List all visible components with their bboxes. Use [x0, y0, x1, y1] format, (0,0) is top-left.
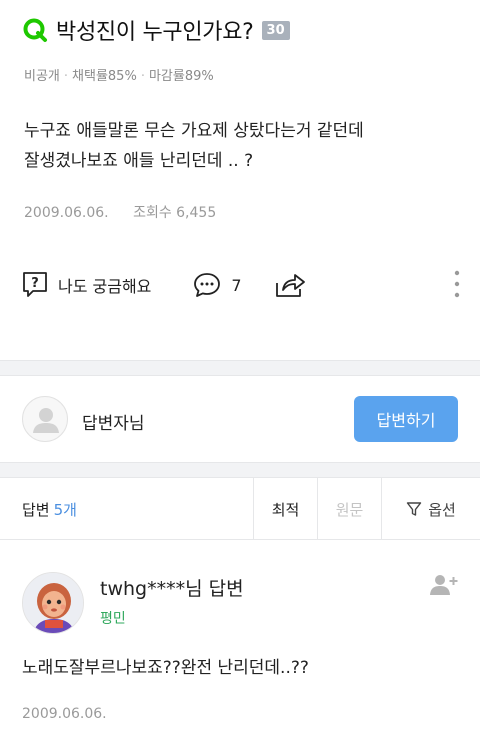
more-options-button[interactable]	[454, 270, 460, 298]
answer-count-value: 5개	[53, 501, 77, 519]
answer-author[interactable]: twhg****님 답변	[100, 574, 244, 601]
sort-best-tab[interactable]: 최적	[253, 478, 317, 540]
comment-count: 7	[231, 275, 242, 295]
question-mark-icon: ?	[23, 272, 47, 297]
options-label: 옵션	[428, 500, 456, 519]
default-user-icon	[33, 408, 59, 433]
options-button[interactable]: 옵션	[381, 478, 480, 540]
answer-sort-bar: 답변 5개 최적 원문 옵션	[0, 478, 480, 540]
answer-body: 노래도잘부르나보죠??완전 난리던데..??	[22, 658, 309, 678]
write-answer-button[interactable]: 답변하기	[354, 396, 458, 442]
point-badge: 30	[261, 20, 290, 40]
follow-button[interactable]	[430, 574, 458, 600]
share-icon	[275, 274, 305, 297]
question-title: 박성진이 누구인가요?	[56, 20, 254, 45]
answerer-label: 답변자님	[82, 414, 145, 434]
sort-original-label: 원문	[335, 500, 364, 519]
question-meta: 비공개 · 채택률85% · 마감률89%	[24, 65, 214, 84]
question-body: 누구죠 애들말론 무슨 가요제 상탔다는거 같던데 잘생겼나보죠 애들 난리던데…	[24, 116, 464, 176]
question-actions: ? 나도 궁금해요 7	[22, 268, 462, 302]
section-divider	[0, 360, 480, 376]
user-avatar	[22, 396, 68, 442]
sort-original-tab[interactable]: 원문	[317, 478, 381, 540]
section-divider	[0, 462, 480, 478]
answer-date: 2009.06.06.	[22, 706, 107, 722]
share-button[interactable]	[274, 271, 306, 299]
answer-prompt: 답변자님 답변하기	[0, 376, 480, 462]
view-count: 조회수 6,455	[133, 205, 217, 221]
question-section: 박성진이 누구인가요? 30 비공개 · 채택률85% · 마감률89% 누구죠 애들말…	[0, 0, 480, 340]
curious-button[interactable]: ? 나도 궁금해요	[22, 271, 151, 299]
visibility-label: 비공개	[24, 69, 60, 84]
meta-separator: ·	[63, 69, 69, 84]
question-body-line: 잘생겼나보죠 애들 난리던데 .. ?	[24, 151, 254, 171]
add-user-icon	[430, 575, 458, 595]
question-info: 2009.06.06. 조회수 6,455	[24, 202, 216, 222]
answer-count: 답변 5개	[22, 499, 77, 520]
q-icon	[23, 18, 47, 42]
closing-rate: 마감률89%	[148, 69, 214, 84]
comment-icon	[194, 273, 221, 297]
adoption-rate: 채택률85%	[72, 69, 137, 84]
question-date: 2009.06.06.	[24, 205, 109, 221]
curious-label: 나도 궁금해요	[58, 277, 152, 296]
svg-text:?: ?	[31, 276, 39, 291]
filter-icon	[406, 502, 422, 516]
comment-button[interactable]: 7	[193, 272, 242, 298]
sort-best-label: 최적	[271, 500, 300, 519]
answer-item: twhg****님 답변 평민 노래도잘부르나보죠??완전 난리던데..?? 2…	[0, 556, 480, 736]
question-title-row: 박성진이 누구인가요? 30	[22, 14, 290, 46]
more-vertical-icon	[454, 270, 460, 298]
character-avatar-icon	[23, 573, 83, 633]
answer-count-label: 답변	[22, 501, 50, 519]
question-body-line: 누구죠 애들말론 무슨 가요제 상탔다는거 같던데	[24, 121, 364, 141]
answerer-avatar[interactable]	[22, 572, 84, 634]
answer-author-rank: 평민	[100, 611, 126, 627]
meta-separator: ·	[140, 69, 145, 84]
